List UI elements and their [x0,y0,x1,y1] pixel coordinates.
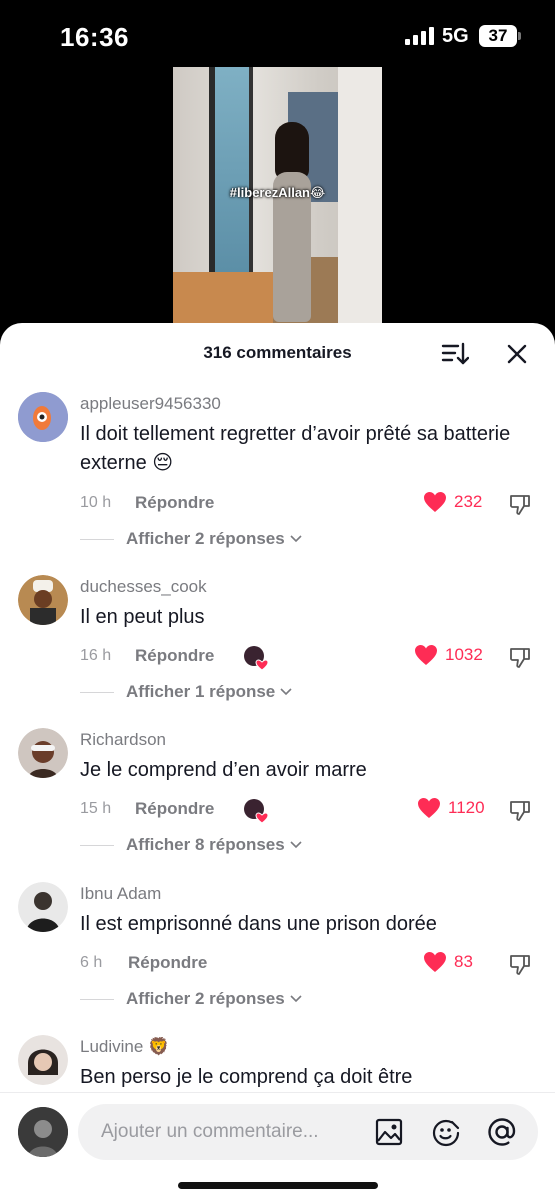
view-replies-label: Afficher 8 réponses [126,835,285,854]
video-person [265,122,315,322]
comment-text: Il doit tellement regretter d’avoir prêt… [80,423,511,474]
comment-input-placeholder: Ajouter un commentaire... [101,1121,319,1142]
comment-item: Richardson Je le comprend d’en avoir mar… [0,728,555,858]
view-replies-button[interactable]: Afficher 1 réponse [80,682,292,702]
avatar[interactable] [18,575,68,625]
comments-count-title: 316 commentaires [203,343,352,362]
heart-icon [424,952,446,972]
avatar[interactable] [18,728,68,778]
image-icon[interactable] [374,1117,404,1147]
view-replies-label: Afficher 1 réponse [126,682,276,701]
dislike-icon[interactable] [508,952,532,976]
close-icon[interactable] [504,341,530,367]
like-button[interactable]: 232 [423,491,482,513]
like-count: 1120 [448,798,485,817]
view-replies-button[interactable]: Afficher 2 réponses [80,989,302,1009]
like-count: 83 [454,952,473,971]
sort-icon[interactable] [441,341,469,367]
status-time: 16:36 [60,22,129,52]
reply-button[interactable]: Répondre [135,799,214,819]
like-count: 232 [454,492,483,511]
emoji-sticker-icon[interactable] [431,1117,461,1147]
heart-icon [424,492,446,512]
video-background-window [209,67,253,277]
reply-button[interactable]: Répondre [135,646,214,666]
signal-icon [405,27,434,45]
like-count: 1032 [445,645,483,664]
like-button[interactable]: 83 [423,951,473,973]
comment-username[interactable]: Ludivine 🦁 [80,1037,169,1057]
comment-item: duchesses_cook Il en peut plus 16 h Répo… [0,575,555,705]
comment-time: 10 h [80,494,112,511]
comment-username[interactable]: appleuser9456330 [80,394,221,414]
like-button[interactable]: 1032 [414,644,483,666]
comment-item: Ibnu Adam Il est emprisonné dans une pri… [0,882,555,1012]
video-caption: #liberezAllan😂 [229,185,326,200]
comment-text: Il est emprisonné dans une prison dorée [80,913,437,935]
avatar[interactable] [18,392,68,442]
like-button[interactable]: 1120 [417,797,485,819]
heart-icon [418,798,440,818]
comment-item: appleuser9456330 Il doit tellement regre… [0,392,555,552]
chevron-down-icon [290,535,302,543]
battery-icon: 37 [479,25,521,47]
comments-header: 316 commentaires [0,323,555,385]
creator-liked-badge [243,798,269,824]
view-replies-button[interactable]: Afficher 2 réponses [80,529,302,549]
chevron-down-icon [290,841,302,849]
comment-input[interactable]: Ajouter un commentaire... [78,1104,538,1160]
comments-sheet: 316 commentaires appleuser9456330 Il doi… [0,323,555,1200]
avatar[interactable] [18,882,68,932]
creator-liked-badge [243,645,269,671]
comment-text: Il en peut plus [80,606,205,628]
dislike-icon[interactable] [508,645,532,669]
comment-item: Ludivine 🦁 Ben perso je le comprend ça d… [0,1035,555,1095]
comment-time: 6 h [80,954,103,971]
comment-text: Je le comprend d’en avoir marre [80,759,367,781]
dislike-icon[interactable] [508,492,532,516]
view-replies-label: Afficher 2 réponses [126,529,285,548]
current-user-avatar[interactable] [18,1107,68,1157]
network-type: 5G [442,25,469,47]
home-indicator [178,1182,378,1189]
heart-icon [415,645,437,665]
chevron-down-icon [290,995,302,1003]
chevron-down-icon [280,688,292,696]
video-player[interactable]: #liberezAllan😂 [173,67,382,325]
comment-username[interactable]: duchesses_cook [80,577,207,597]
status-bar: 16:36 5G 37 [0,0,555,70]
dislike-icon[interactable] [508,798,532,822]
mention-icon[interactable] [487,1117,517,1147]
comment-time: 15 h [80,800,112,817]
reply-button[interactable]: Répondre [135,493,214,513]
view-replies-button[interactable]: Afficher 8 réponses [80,835,302,855]
comment-username[interactable]: Ibnu Adam [80,884,161,904]
reply-button[interactable]: Répondre [128,953,207,973]
comment-username[interactable]: Richardson [80,730,166,750]
comment-time: 16 h [80,647,112,664]
comment-text: Ben perso je le comprend ça doit être [80,1066,413,1088]
avatar[interactable] [18,1035,68,1085]
view-replies-label: Afficher 2 réponses [126,989,285,1008]
comment-input-bar: Ajouter un commentaire... [0,1092,555,1200]
